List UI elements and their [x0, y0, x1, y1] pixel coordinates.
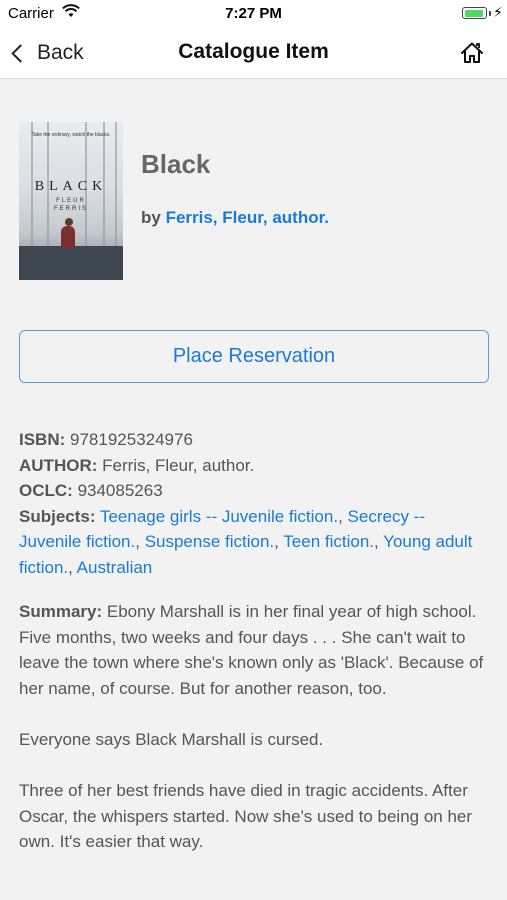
cover-author-last: FERRIS	[53, 206, 88, 212]
battery-cap	[489, 11, 491, 16]
subject-link[interactable]: Teenage girls -- Juvenile fiction.	[100, 507, 338, 526]
oclc-value: 934085263	[77, 481, 163, 501]
by-prefix: by	[141, 208, 166, 227]
cover-title: BLACK	[34, 179, 108, 194]
status-bar: Carrier 7:27 PM ⚡	[0, 0, 507, 28]
home-icon	[461, 42, 483, 63]
summary-label: Summary:	[19, 602, 103, 621]
isbn-row: ISBN: 9781925324976	[19, 427, 489, 453]
place-reservation-button[interactable]: Place Reservation	[19, 330, 489, 383]
author-link[interactable]: Ferris, Fleur, author.	[166, 208, 329, 227]
cover-author: FLEUR FERRIS	[19, 197, 123, 213]
page-title: Catalogue Item	[178, 40, 329, 63]
author-label: AUTHOR:	[19, 455, 98, 475]
cover-tagline: Take the ordinary, watch the blacks.	[31, 132, 111, 138]
charging-icon: ⚡	[493, 4, 503, 20]
summary-paragraph: Three of her best friends have died in t…	[19, 781, 473, 852]
oclc-row: OCLC: 934085263	[19, 478, 489, 504]
book-cover-image: Take the ordinary, watch the blacks. BLA…	[19, 122, 123, 280]
subject-link[interactable]: Australian	[77, 558, 153, 577]
summary-paragraph: Everyone says Black Marshall is cursed.	[19, 729, 324, 749]
subjects-row: Subjects: Teenage girls -- Juvenile fict…	[19, 506, 473, 577]
item-summary: Summary: Ebony Marshall is in her final …	[19, 599, 489, 881]
subjects-label: Subjects:	[19, 506, 96, 526]
isbn-value: 9781925324976	[70, 430, 193, 449]
summary-paragraph: Summary: Ebony Marshall is in her final …	[19, 599, 489, 701]
cover-author-first: FLEUR	[56, 198, 86, 204]
battery-icon	[462, 7, 487, 19]
item-title: Black	[141, 149, 211, 179]
author-value: Ferris, Fleur, author.	[102, 455, 255, 475]
catalogue-item-content[interactable]: Take the ordinary, watch the blacks. BLA…	[0, 79, 507, 900]
navigation-bar: Back Catalogue Item	[0, 28, 507, 79]
subject-link[interactable]: Teen fiction.	[283, 532, 374, 551]
oclc-label: OCLC:	[19, 481, 73, 501]
clock: 7:27 PM	[225, 5, 282, 22]
author-row: AUTHOR: Ferris, Fleur, author.	[19, 453, 489, 479]
item-byline: by Ferris, Fleur, author.	[141, 208, 329, 228]
subject-link[interactable]: Suspense fiction.	[145, 532, 274, 551]
isbn-label: ISBN:	[19, 430, 66, 449]
home-button[interactable]	[459, 40, 485, 66]
item-details: ISBN: 9781925324976 AUTHOR: Ferris, Fleu…	[19, 427, 489, 581]
